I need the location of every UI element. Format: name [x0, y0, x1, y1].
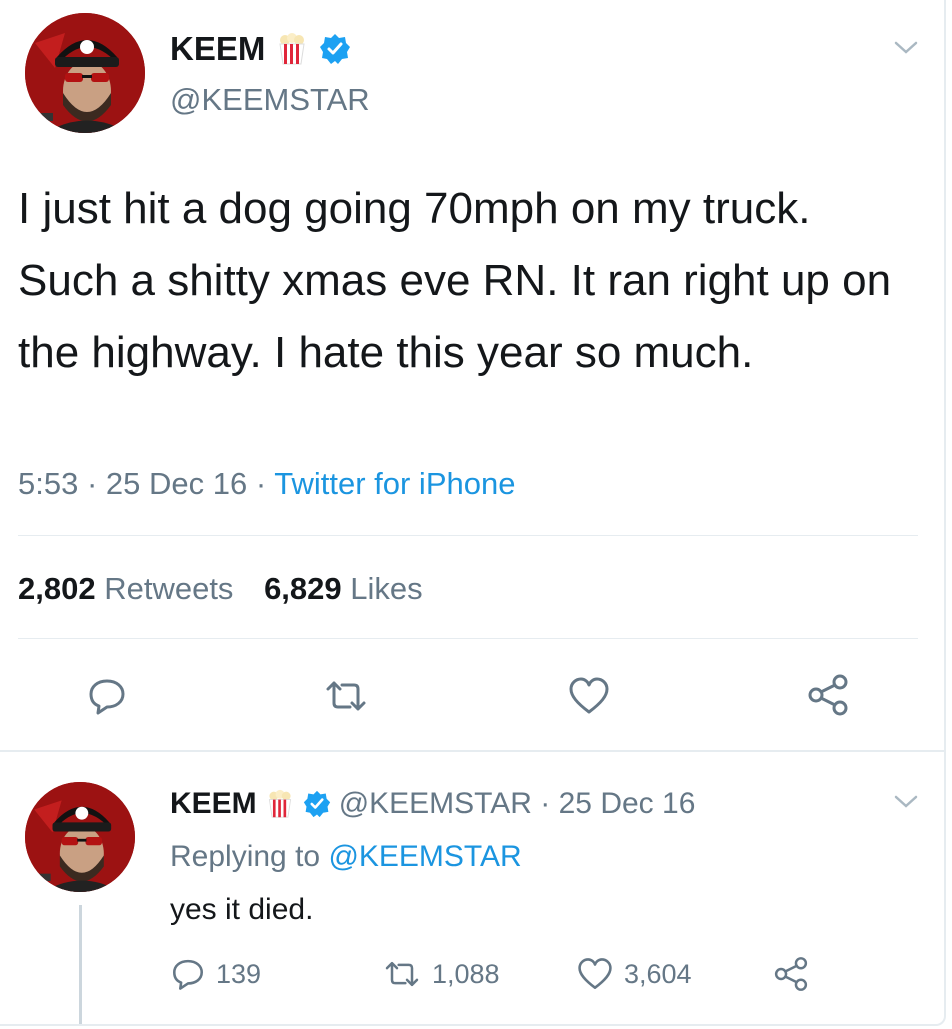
like-count: 3,604: [624, 958, 692, 989]
tweet-date[interactable]: 25 Dec 16: [106, 466, 247, 501]
reply-text: yes it died.: [170, 893, 314, 926]
reply-display-name[interactable]: KEEM: [170, 787, 257, 821]
chevron-down-icon[interactable]: [892, 38, 920, 58]
share-icon[interactable]: [805, 672, 851, 718]
meta-separator: ·: [78, 466, 106, 501]
popcorn-icon: [275, 32, 309, 66]
avatar[interactable]: [25, 13, 145, 133]
tweet-stats: 2,802 Retweets 6,829 Likes: [18, 571, 423, 607]
replying-handle-link[interactable]: @KEEMSTAR: [328, 840, 521, 873]
tweet-source[interactable]: Twitter for iPhone: [274, 466, 515, 501]
retweet-icon: [382, 956, 422, 992]
replying-prefix: Replying to: [170, 840, 321, 873]
tweet-time[interactable]: 5:53: [18, 466, 78, 501]
heart-icon[interactable]: [567, 675, 611, 717]
popcorn-icon: [265, 789, 295, 819]
share-icon[interactable]: [772, 955, 810, 993]
reply-count: 139: [216, 958, 262, 989]
retweets-count: 2,802: [18, 571, 96, 606]
verified-badge-icon: [319, 33, 351, 65]
reply-like-action[interactable]: 3,604: [576, 956, 692, 992]
replying-to: Replying to @KEEMSTAR: [170, 840, 522, 874]
reply-avatar[interactable]: [25, 782, 135, 892]
tweet-text: I just hit a dog going 70mph on my truck…: [18, 184, 892, 377]
reply-date[interactable]: 25 Dec 16: [559, 787, 696, 820]
likes-count: 6,829: [264, 571, 342, 606]
retweet-icon[interactable]: [322, 675, 370, 717]
thread-divider: [0, 750, 944, 752]
verified-badge-icon: [303, 790, 331, 818]
tweet-meta: 5:53 · 25 Dec 16 · Twitter for iPhone: [18, 466, 515, 502]
display-name[interactable]: KEEM: [170, 30, 265, 68]
reply-icon[interactable]: [86, 675, 128, 717]
likes-label: Likes: [350, 571, 423, 606]
retweet-count: 1,088: [432, 958, 500, 989]
divider: [18, 638, 918, 639]
meta-separator: ·: [531, 787, 559, 820]
author-name-row: KEEM: [170, 27, 351, 71]
meta-separator: ·: [247, 466, 275, 501]
divider: [18, 535, 918, 536]
reply-icon: [170, 956, 206, 992]
thread-line: [79, 905, 82, 1024]
author-handle[interactable]: @KEEMSTAR: [170, 82, 370, 118]
reply-header: KEEM @KEEMSTAR · 25 Dec 16: [170, 784, 695, 824]
reply-retweet-action[interactable]: 1,088: [382, 956, 500, 992]
heart-icon: [576, 956, 614, 992]
retweets-stat[interactable]: 2,802 Retweets: [18, 571, 233, 606]
likes-stat[interactable]: 6,829 Likes: [264, 571, 423, 606]
chevron-down-icon[interactable]: [892, 792, 920, 812]
retweets-label: Retweets: [104, 571, 234, 606]
reply-reply-action[interactable]: 139: [170, 956, 261, 992]
reply-handle[interactable]: @KEEMSTAR: [339, 787, 532, 820]
